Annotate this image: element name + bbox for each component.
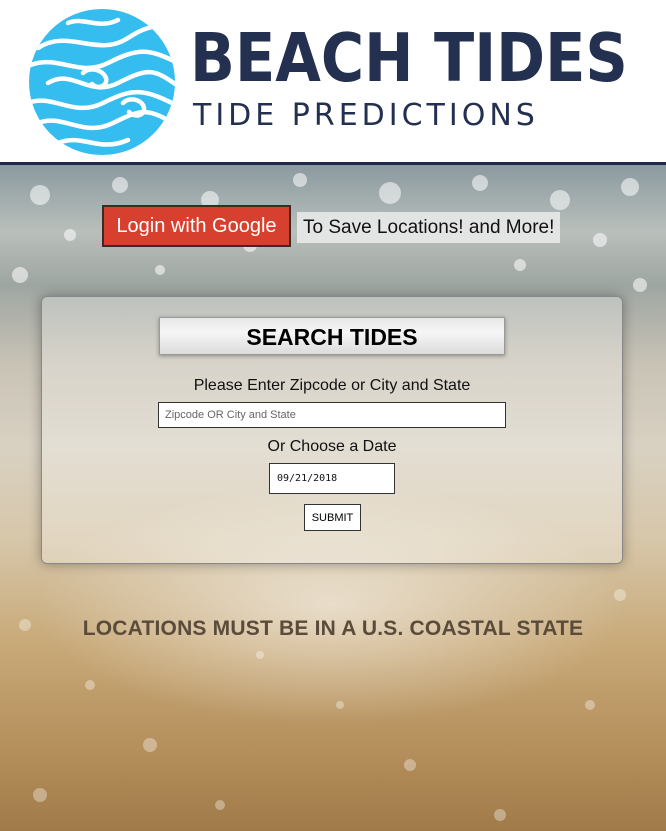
location-input[interactable] xyxy=(158,402,506,428)
login-with-google-button[interactable]: Login with Google xyxy=(102,205,291,247)
submit-button[interactable]: SUBMIT xyxy=(304,504,361,531)
location-label: Please Enter Zipcode or City and State xyxy=(193,377,471,394)
search-panel: SEARCH TIDES Please Enter Zipcode or Cit… xyxy=(41,296,623,564)
date-label: Or Choose a Date xyxy=(267,438,397,455)
tide-swirl-logo-icon xyxy=(29,9,175,155)
brand-subtitle: TIDE PREDICTIONS xyxy=(193,98,539,133)
site-header: BEACH TIDES TIDE PREDICTIONS xyxy=(0,0,666,165)
date-input[interactable]: 09/21/2018 xyxy=(269,463,395,494)
brand-title: BEACH TIDES xyxy=(190,19,628,97)
login-note: To Save Locations! and More! xyxy=(297,212,561,243)
coastal-state-notice: LOCATIONS MUST BE IN A U.S. COASTAL STAT… xyxy=(82,617,584,640)
search-title: SEARCH TIDES xyxy=(159,317,505,355)
